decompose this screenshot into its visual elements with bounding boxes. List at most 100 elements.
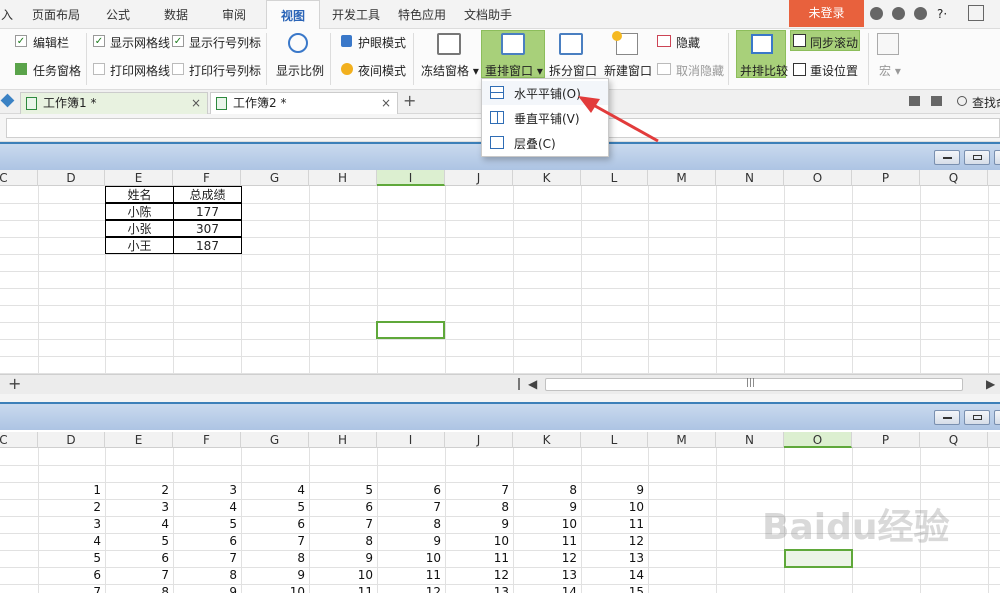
grid-cell[interactable]: 2 [105,482,173,499]
grid-cell[interactable]: 2 [38,499,105,516]
column-header-g[interactable]: G [241,170,309,186]
hide-label[interactable]: 隐藏 [676,34,700,51]
doc-tab-workbook1[interactable]: 工作簿1 * × [20,92,208,114]
grid-cell[interactable]: 3 [38,516,105,533]
grid-cell[interactable]: 4 [105,516,173,533]
split-window-label[interactable]: 拆分窗口 [549,62,597,79]
column-header-i[interactable]: I [377,432,445,448]
grid-cell[interactable]: 5 [241,499,309,516]
scroll-divider[interactable] [518,378,520,390]
grid-cell[interactable]: 8 [513,482,581,499]
grid-cell[interactable]: 5 [105,533,173,550]
column-header-n[interactable]: N [716,170,784,186]
collapse-ribbon-icon[interactable] [968,5,984,21]
macro-icon[interactable] [877,33,899,55]
grid-cell[interactable]: 14 [581,567,648,584]
tab-view[interactable]: 视图 [266,0,320,30]
column-header-i[interactable]: I [377,170,445,186]
column-header-n[interactable]: N [716,432,784,448]
grid-cell[interactable]: 5 [309,482,377,499]
minimize-button[interactable] [934,410,960,425]
table-cell[interactable]: 307 [173,220,242,237]
column-header-f[interactable]: F [173,432,241,448]
active-cell-selection[interactable] [376,321,445,339]
column-header-m[interactable]: M [648,170,716,186]
grid-cell[interactable]: 12 [445,567,513,584]
grid-cell[interactable]: 6 [173,533,241,550]
grid-cell[interactable]: 3 [173,482,241,499]
grid-cell[interactable]: 11 [445,550,513,567]
column-header-o[interactable]: O [784,170,852,186]
grid-cell[interactable]: 14 [513,584,581,593]
grid-cell[interactable]: 10 [309,567,377,584]
restore-button[interactable] [964,410,990,425]
find-command-label[interactable]: 查找命 [972,94,1000,111]
grid-cell[interactable]: 10 [513,516,581,533]
grid-cell[interactable]: 9 [241,567,309,584]
grid-cell[interactable]: 8 [445,499,513,516]
table-cell[interactable]: 187 [173,237,242,254]
eye-shield-icon[interactable] [341,35,352,47]
column-header-m[interactable]: M [648,432,716,448]
show-gridlines-checkbox[interactable]: ✓ [93,35,105,47]
grid-cell[interactable]: 12 [513,550,581,567]
grid-cell[interactable]: 7 [377,499,445,516]
freeze-panes-icon[interactable] [437,33,461,55]
tab-doc-assistant[interactable]: 文档助手 [460,0,516,29]
hide-icon[interactable] [657,35,671,47]
grid-cell[interactable]: 4 [38,533,105,550]
grid-cell[interactable]: 9 [377,533,445,550]
grid-cell[interactable]: 15 [581,584,648,593]
horizontal-scrollbar[interactable]: ||| [545,378,963,391]
add-sheet-button[interactable]: + [8,374,21,393]
task-pane-label[interactable]: 任务窗格 [33,62,81,79]
print-gridlines-checkbox[interactable] [93,63,105,75]
column-header-e[interactable]: E [105,170,173,186]
reset-position-label[interactable]: 重设位置 [810,62,858,79]
grid-cell[interactable]: 7 [38,584,105,593]
minimize-button[interactable] [934,150,960,165]
close-icon[interactable]: × [191,93,201,113]
grid-cell[interactable]: 10 [241,584,309,593]
app-cube-icon[interactable] [0,93,15,108]
grid-cell[interactable]: 5 [173,516,241,533]
grid-cell[interactable]: 4 [241,482,309,499]
grid-cell[interactable]: 11 [309,584,377,593]
column-header-f[interactable]: F [173,170,241,186]
column-header-c[interactable]: C [0,170,38,186]
table-header-cell[interactable]: 总成绩 [173,186,242,203]
column-header-l[interactable]: L [581,432,648,448]
zoom-icon[interactable] [288,33,308,53]
grid-cell[interactable]: 9 [513,499,581,516]
search-icon[interactable] [957,96,967,106]
grid-cell[interactable]: 9 [173,584,241,593]
grid-cell[interactable]: 9 [445,516,513,533]
column-header-j[interactable]: J [445,170,513,186]
grid-cell[interactable]: 6 [377,482,445,499]
table-cell[interactable]: 177 [173,203,242,220]
scroll-right-arrow[interactable]: ▶ [986,377,995,391]
column-header-l[interactable]: L [581,170,648,186]
grid-cell[interactable]: 7 [445,482,513,499]
grid-cell[interactable]: 9 [581,482,648,499]
doc-tab-workbook2[interactable]: 工作簿2 * × [210,92,398,114]
grid-cell[interactable]: 8 [173,567,241,584]
column-header-c[interactable]: C [0,432,38,448]
column-header-d[interactable]: D [38,432,105,448]
table-cell[interactable]: 小陈 [105,203,174,220]
tab-page-layout[interactable]: 页面布局 [24,0,88,29]
split-window-icon[interactable] [559,33,583,55]
column-header-k[interactable]: K [513,170,581,186]
column-header-d[interactable]: D [38,170,105,186]
task-pane-icon[interactable] [15,63,27,75]
share-icon[interactable] [914,7,927,20]
grid-cell[interactable]: 8 [241,550,309,567]
zoom-label[interactable]: 显示比例 [276,62,324,79]
close-icon[interactable]: × [381,93,391,113]
window2-titlebar[interactable] [0,402,1000,430]
new-window-label[interactable]: 新建窗口 [604,62,652,79]
reset-position-icon[interactable] [793,63,806,76]
grid-cell[interactable]: 7 [105,567,173,584]
grid-cell[interactable]: 9 [309,550,377,567]
notification-icon[interactable] [909,96,920,106]
